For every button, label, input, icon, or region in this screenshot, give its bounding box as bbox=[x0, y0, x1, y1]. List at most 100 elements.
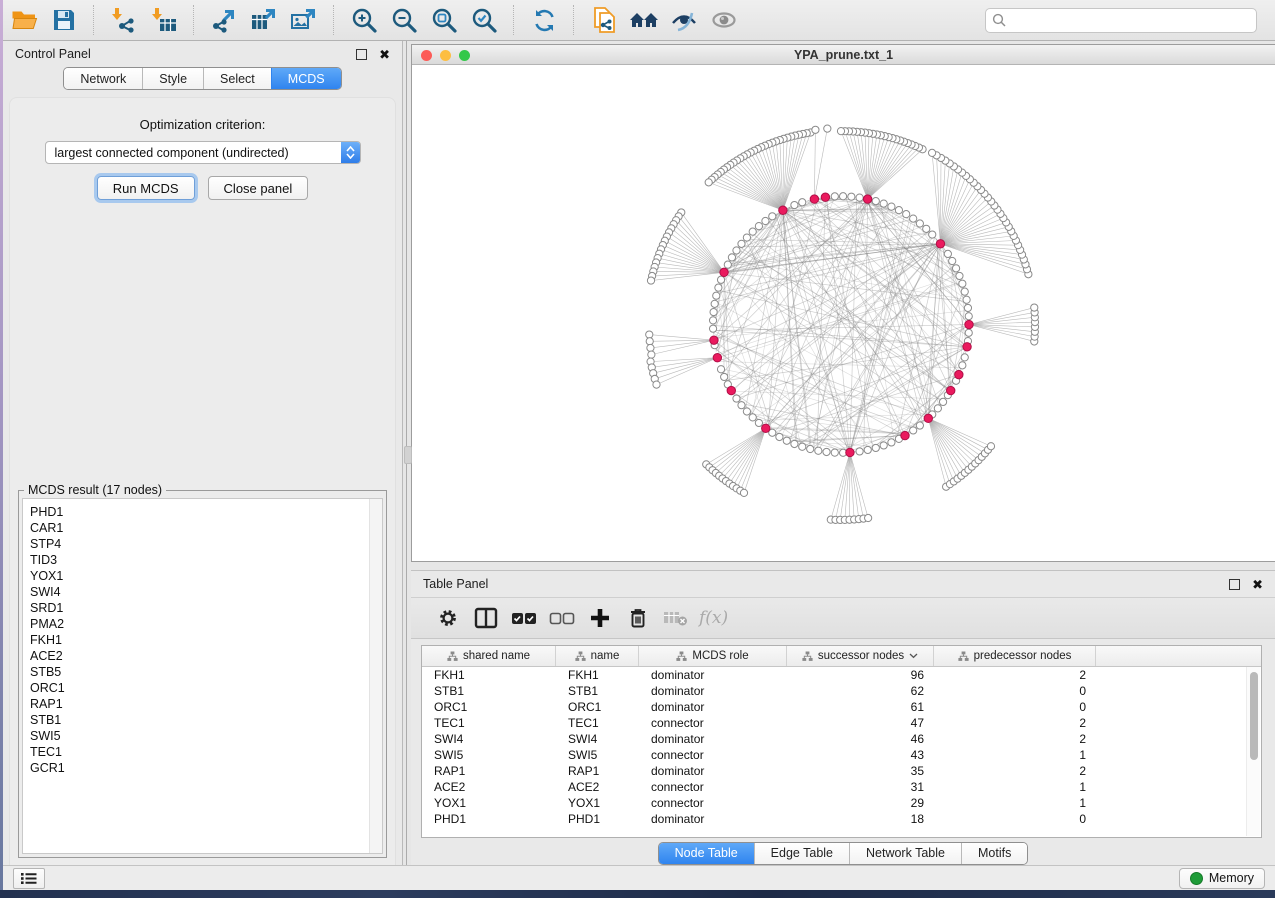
memory-button[interactable]: Memory bbox=[1179, 868, 1265, 889]
zoom-fit-button[interactable] bbox=[429, 5, 459, 35]
tab-select[interactable]: Select bbox=[203, 68, 271, 89]
cell-mcds-role: connector bbox=[639, 796, 787, 810]
column-header-name[interactable]: name bbox=[556, 646, 639, 666]
close-panel-icon[interactable]: ✖ bbox=[1252, 578, 1263, 591]
splitter-handle[interactable] bbox=[404, 446, 412, 464]
zoom-out-button[interactable] bbox=[389, 5, 419, 35]
mcds-result-item[interactable]: PHD1 bbox=[23, 504, 382, 520]
refresh-view-button[interactable] bbox=[529, 5, 559, 35]
table-row[interactable]: RAP1RAP1dominator352 bbox=[422, 763, 1261, 779]
cell-shared-name: FKH1 bbox=[422, 668, 556, 682]
run-mcds-button[interactable]: Run MCDS bbox=[97, 176, 195, 200]
show-all-button[interactable] bbox=[709, 5, 739, 35]
cell-name: FKH1 bbox=[556, 668, 639, 682]
select-all-button[interactable] bbox=[505, 603, 543, 633]
optimization-label: Optimization criterion: bbox=[10, 117, 395, 132]
table-row[interactable]: PHD1PHD1dominator180 bbox=[422, 811, 1261, 827]
zoom-selected-button[interactable] bbox=[469, 5, 499, 35]
mcds-result-item[interactable]: SWI4 bbox=[23, 584, 382, 600]
table-row[interactable]: TEC1TEC1connector472 bbox=[422, 715, 1261, 731]
close-panel-icon[interactable]: ✖ bbox=[379, 48, 390, 61]
mcds-result-item[interactable]: TEC1 bbox=[23, 744, 382, 760]
criterion-select[interactable]: largest connected component (undirected) bbox=[45, 141, 361, 164]
open-file-button[interactable] bbox=[9, 5, 39, 35]
float-panel-icon[interactable] bbox=[356, 49, 367, 60]
close-panel-button[interactable]: Close panel bbox=[208, 176, 309, 200]
mcds-result-item[interactable]: CAR1 bbox=[23, 520, 382, 536]
tab-mcds[interactable]: MCDS bbox=[271, 68, 341, 89]
horizontal-splitter[interactable] bbox=[411, 562, 1275, 570]
cell-successor-nodes: 62 bbox=[787, 684, 934, 698]
control-panel: Control Panel ✖ NetworkStyleSelectMCDS O… bbox=[3, 41, 403, 865]
save-session-button[interactable] bbox=[49, 5, 79, 35]
network-canvas[interactable] bbox=[412, 65, 1275, 561]
mcds-result-item[interactable]: SWI5 bbox=[23, 728, 382, 744]
task-history-button[interactable] bbox=[13, 868, 45, 889]
delete-column-button[interactable] bbox=[619, 603, 657, 633]
first-neighbors-button[interactable] bbox=[629, 5, 659, 35]
table-scrollbar-thumb[interactable] bbox=[1250, 672, 1258, 760]
cell-successor-nodes: 47 bbox=[787, 716, 934, 730]
tab-node-table[interactable]: Node Table bbox=[659, 843, 754, 864]
mcds-list-scrollbar[interactable] bbox=[369, 499, 382, 853]
column-header-shared-name[interactable]: shared name bbox=[422, 646, 556, 666]
mcds-result-item[interactable]: RAP1 bbox=[23, 696, 382, 712]
mcds-result-item[interactable]: STB5 bbox=[23, 664, 382, 680]
zoom-in-icon bbox=[351, 7, 378, 34]
search-input[interactable] bbox=[985, 8, 1257, 33]
table-row[interactable]: FKH1FKH1dominator962 bbox=[422, 667, 1261, 683]
hide-selected-button[interactable] bbox=[669, 5, 699, 35]
tab-style[interactable]: Style bbox=[142, 68, 203, 89]
table-row[interactable]: ORC1ORC1dominator610 bbox=[422, 699, 1261, 715]
table-row[interactable]: SWI5SWI5connector431 bbox=[422, 747, 1261, 763]
tab-motifs[interactable]: Motifs bbox=[961, 843, 1027, 864]
column-header-predecessor-nodes[interactable]: predecessor nodes bbox=[934, 646, 1096, 666]
table-row[interactable]: ACE2ACE2connector311 bbox=[422, 779, 1261, 795]
cell-shared-name: RAP1 bbox=[422, 764, 556, 778]
table-row[interactable]: YOX1YOX1connector291 bbox=[422, 795, 1261, 811]
table-row[interactable]: SWI4SWI4dominator462 bbox=[422, 731, 1261, 747]
table-panel-titlebar: Table Panel ✖ bbox=[411, 571, 1275, 597]
column-header-successor-nodes[interactable]: successor nodes bbox=[787, 646, 934, 666]
column-header-mcds-role[interactable]: MCDS role bbox=[639, 646, 787, 666]
mcds-result-list[interactable]: PHD1CAR1STP4TID3YOX1SWI4SRD1PMA2FKH1ACE2… bbox=[22, 498, 383, 854]
clone-network-button[interactable] bbox=[589, 5, 619, 35]
table-scrollbar[interactable] bbox=[1246, 667, 1260, 836]
import-table-button[interactable] bbox=[149, 5, 179, 35]
export-image-button[interactable] bbox=[289, 5, 319, 35]
mcds-result-item[interactable]: FKH1 bbox=[23, 632, 382, 648]
add-column-button[interactable] bbox=[581, 603, 619, 633]
mcds-result-item[interactable]: ACE2 bbox=[23, 648, 382, 664]
float-panel-icon[interactable] bbox=[1229, 579, 1240, 590]
show-columns-button[interactable] bbox=[467, 603, 505, 633]
zoom-in-button[interactable] bbox=[349, 5, 379, 35]
cell-predecessor-nodes: 2 bbox=[934, 668, 1096, 682]
import-network-button[interactable] bbox=[109, 5, 139, 35]
mcds-result-item[interactable]: TID3 bbox=[23, 552, 382, 568]
table-row[interactable]: STB1STB1dominator620 bbox=[422, 683, 1261, 699]
export-network-button[interactable] bbox=[209, 5, 239, 35]
close-window-icon[interactable] bbox=[421, 50, 432, 61]
mcds-result-item[interactable]: STB1 bbox=[23, 712, 382, 728]
mcds-result-item[interactable]: GCR1 bbox=[23, 760, 382, 776]
mcds-result-item[interactable]: YOX1 bbox=[23, 568, 382, 584]
memory-label: Memory bbox=[1209, 871, 1254, 885]
vertical-splitter[interactable] bbox=[403, 41, 411, 865]
mcds-result-item[interactable]: STP4 bbox=[23, 536, 382, 552]
tab-edge-table[interactable]: Edge Table bbox=[754, 843, 849, 864]
mcds-result-item[interactable]: ORC1 bbox=[23, 680, 382, 696]
node-table[interactable]: shared namenameMCDS rolesuccessor nodesp… bbox=[421, 645, 1262, 838]
minimize-window-icon[interactable] bbox=[440, 50, 451, 61]
network-window-title: YPA_prune.txt_1 bbox=[794, 48, 893, 62]
cell-mcds-role: dominator bbox=[639, 684, 787, 698]
tab-network[interactable]: Network bbox=[64, 68, 142, 89]
deselect-all-button[interactable] bbox=[543, 603, 581, 633]
tab-network-table[interactable]: Network Table bbox=[849, 843, 961, 864]
table-options-button[interactable] bbox=[429, 603, 467, 633]
maximize-window-icon[interactable] bbox=[459, 50, 470, 61]
export-table-button[interactable] bbox=[249, 5, 279, 35]
network-window-titlebar[interactable]: YPA_prune.txt_1 bbox=[412, 45, 1275, 65]
sort-indicator-icon bbox=[909, 653, 918, 659]
mcds-result-item[interactable]: PMA2 bbox=[23, 616, 382, 632]
mcds-result-item[interactable]: SRD1 bbox=[23, 600, 382, 616]
